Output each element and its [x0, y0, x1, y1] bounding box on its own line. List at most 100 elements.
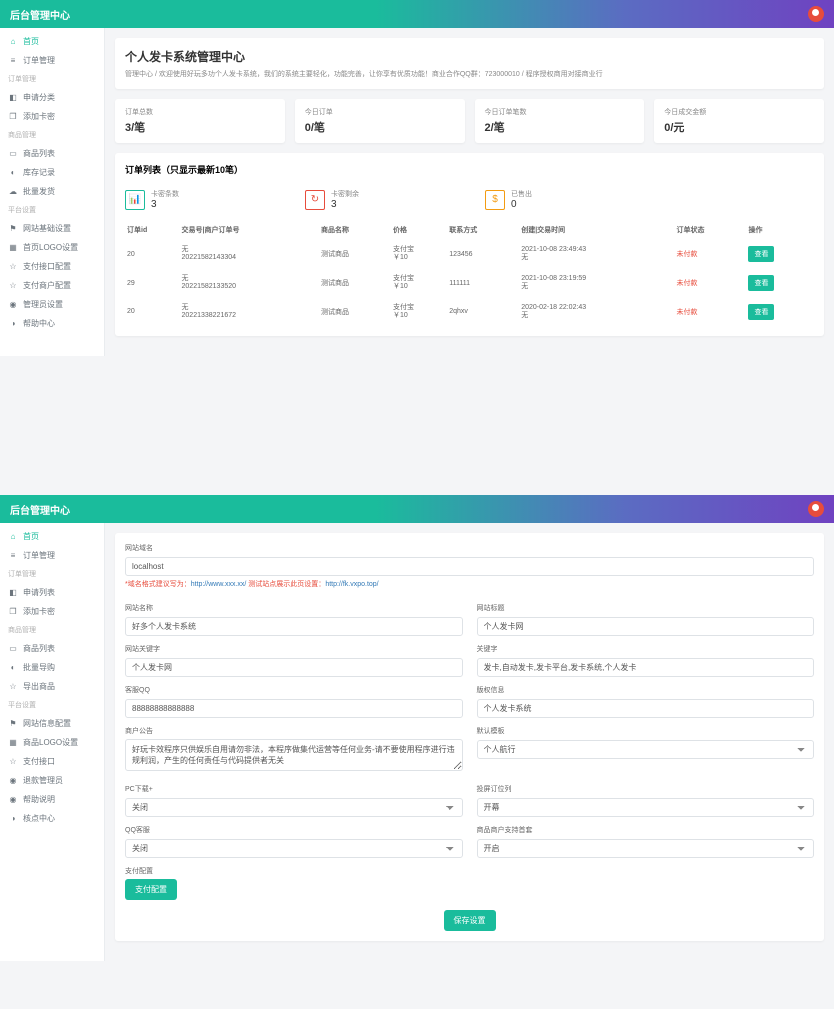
cell-trade: 无20221338221672 [180, 298, 319, 327]
sidebar-item-stock[interactable]: ◐库存记录 [0, 163, 104, 182]
sidebar-item-admin-config[interactable]: ◉ 管理员设置 [0, 295, 104, 314]
sidebar-item-product-list[interactable]: ▭商品列表 [0, 144, 104, 163]
sidebar-item-help-desc[interactable]: ◉帮助说明 [0, 790, 104, 809]
cell-contact: 2qhxv [447, 298, 519, 327]
stat-value: 0/元 [664, 119, 814, 135]
batch-guide-icon: ◐ [8, 663, 18, 673]
announce-textarea[interactable] [125, 739, 463, 771]
table-header: 订单状态 [674, 220, 746, 240]
table-header: 联系方式 [447, 220, 519, 240]
cell-product: 测试商品 [319, 298, 391, 327]
view-button[interactable]: 查看 [748, 275, 774, 291]
domain-input[interactable] [125, 557, 814, 576]
sidebar-item-home[interactable]: ⌂首页 [0, 527, 104, 546]
cell-id: 29 [125, 269, 180, 298]
sidebar-item-batch-guide[interactable]: ◐批量导购 [0, 658, 104, 677]
sidebar-item-center[interactable]: ◑核点中心 [0, 809, 104, 828]
site-title-input[interactable] [477, 617, 815, 636]
sidebar-item-product-list[interactable]: ▭商品列表 [0, 639, 104, 658]
domain-hint: *域名格式建议写为：http://www.xxx.xx/ 测试站点展示此页设置：… [125, 579, 814, 589]
sidebar-item-refund-admin[interactable]: ◉ 退款管理员 [0, 771, 104, 790]
stat-label: 今日订单 [305, 107, 455, 117]
sidebar-item-label: 订单管理 [23, 55, 55, 66]
sidebar-item-label: 网站信息配置 [23, 718, 71, 729]
order-table: 订单id交易号|商户订单号商品名称价格联系方式创建|交易时间订单状态操作 20无… [125, 220, 814, 326]
table-row: 29无20221582133520测试商品支付宝￥101111112021-10… [125, 269, 814, 298]
sidebar-item-logo-config[interactable]: ▦首页LOGO设置 [0, 238, 104, 257]
summary-icon: $ [485, 190, 505, 210]
stat-card: 今日成交金额 0/元 [654, 99, 824, 143]
sidebar-item-label: 添加卡密 [23, 111, 55, 122]
copyright-label: 版权信息 [477, 685, 815, 695]
sidebar-item-category[interactable]: ◧申请分类 [0, 88, 104, 107]
center-icon: ◑ [8, 814, 18, 824]
avatar-icon[interactable] [808, 501, 824, 517]
cell-product: 测试商品 [319, 240, 391, 269]
keywords-input[interactable] [125, 658, 463, 677]
summary-value: 3 [151, 199, 179, 210]
site-name-input[interactable] [125, 617, 463, 636]
stat-value: 3/笔 [125, 119, 275, 135]
sidebar-item-site-config[interactable]: ⚑网站基础设置 [0, 219, 104, 238]
sidebar-item-label: 管理员设置 [23, 299, 63, 310]
keywords2-input[interactable] [477, 658, 815, 677]
sidebar-item-label: 申请分类 [23, 92, 55, 103]
sidebar-item-label: 导出商品 [23, 681, 55, 692]
summary-item: 📊卡密条数3 [125, 189, 275, 210]
stock-icon: ◐ [8, 168, 18, 178]
cell-price: 支付宝￥10 [391, 269, 447, 298]
index-switch-label: 商品商户支持首套 [477, 825, 815, 835]
qq-input[interactable] [125, 699, 463, 718]
avatar-icon[interactable] [808, 6, 824, 22]
sidebar-item-label: 支付接口 [23, 756, 55, 767]
sidebar-item-product-logo[interactable]: ▦商品LOGO设置 [0, 733, 104, 752]
template-select[interactable]: 个人航行 [477, 740, 815, 759]
submit-button[interactable]: 保存设置 [444, 910, 496, 931]
cell-action: 查看 [746, 298, 814, 327]
summary-icon: ↻ [305, 190, 325, 210]
pay-config-button[interactable]: 支付配置 [125, 879, 177, 900]
sidebar-item-export[interactable]: ☆导出商品 [0, 677, 104, 696]
cell-time: 2020-02-18 22:02:43无 [519, 298, 674, 327]
cell-status: 未付款 [674, 269, 746, 298]
sidebar-item-label: 帮助中心 [23, 318, 55, 329]
pay-config-label: 支付配置 [125, 866, 814, 876]
sidebar-item-home[interactable]: ⌂首页 [0, 32, 104, 51]
admin-config-icon: ◉ [8, 300, 18, 310]
sidebar-item-orders[interactable]: ≡订单管理 [0, 546, 104, 565]
app-title: 后台管理中心 [10, 502, 70, 517]
sidebar-item-merchant-config[interactable]: ☆支付商户配置 [0, 276, 104, 295]
cell-time: 2021-10-08 23:49:43无 [519, 240, 674, 269]
pc-tpl-select[interactable]: 关闭 [125, 798, 463, 817]
sidebar-item-add-card[interactable]: ❐添加卡密 [0, 107, 104, 126]
cell-action: 查看 [746, 240, 814, 269]
index-switch-select[interactable]: 开启 [477, 839, 815, 858]
sidebar-item-batch[interactable]: ☁批量发货 [0, 182, 104, 201]
sidebar-item-pay-api[interactable]: ☆支付接口 [0, 752, 104, 771]
view-button[interactable]: 查看 [748, 304, 774, 320]
sidebar-item-pay-config[interactable]: ☆支付接口配置 [0, 257, 104, 276]
copyright-input[interactable] [477, 699, 815, 718]
sidebar-item-list[interactable]: ◧申请列表 [0, 583, 104, 602]
view-button[interactable]: 查看 [748, 246, 774, 262]
summary-item: ↻卡密剩余3 [305, 189, 455, 210]
stat-label: 今日订单笔数 [485, 107, 635, 117]
sidebar-item-site-info[interactable]: ⚑网站信息配置 [0, 714, 104, 733]
site-config-icon: ⚑ [8, 224, 18, 234]
sidebar-item-label: 退款管理员 [23, 775, 63, 786]
refund-admin-icon: ◉ [8, 776, 18, 786]
sidebar-item-add-card[interactable]: ❐添加卡密 [0, 602, 104, 621]
product-list-icon: ▭ [8, 149, 18, 159]
stat-label: 今日成交金额 [664, 107, 814, 117]
sidebar-item-orders[interactable]: ≡订单管理 [0, 51, 104, 70]
sidebar-item-help[interactable]: ◑帮助中心 [0, 314, 104, 333]
wap-tpl-select[interactable]: 开幕 [477, 798, 815, 817]
logo-config-icon: ▦ [8, 243, 18, 253]
cell-product: 测试商品 [319, 269, 391, 298]
sidebar-item-label: 订单管理 [23, 550, 55, 561]
sidebar-item-label: 帮助说明 [23, 794, 55, 805]
top-bar: 后台管理中心 [0, 0, 834, 28]
qq-kefu-select[interactable]: 关闭 [125, 839, 463, 858]
sidebar-item-label: 首页 [23, 531, 39, 542]
sidebar-group-header: 订单管理 [0, 565, 104, 583]
